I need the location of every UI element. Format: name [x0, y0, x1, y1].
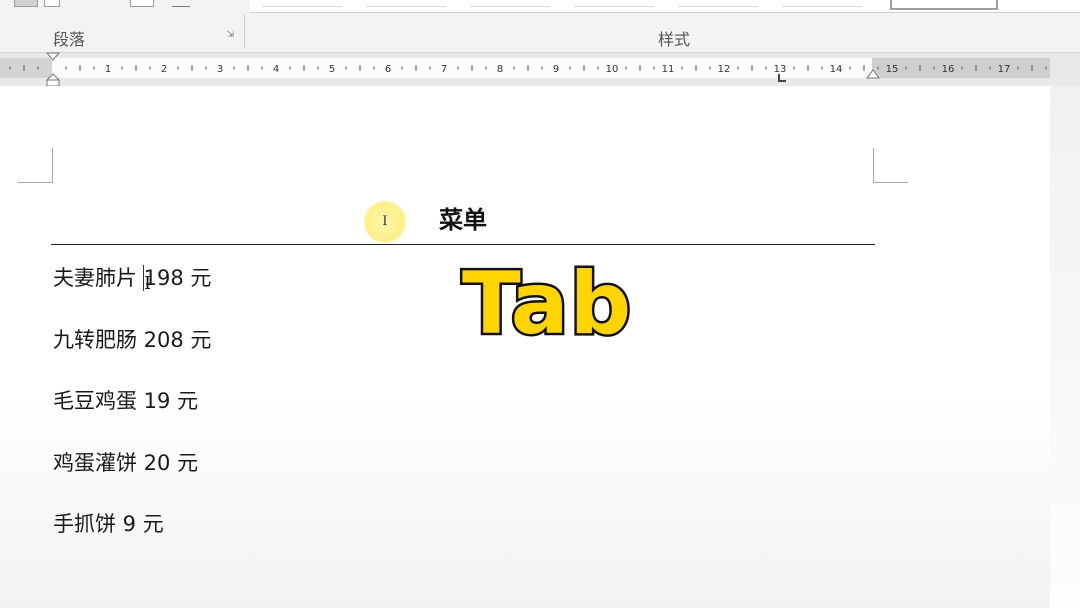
ruler-number: 10	[606, 64, 619, 75]
mouse-cursor-highlight: I	[364, 201, 406, 243]
ruler-ticks: 1 2 3 4 5 6 7 8 9 10 11 12 13 14 15 16 17	[9, 64, 1047, 75]
title-underline-border	[51, 244, 875, 245]
style-item-selected[interactable]	[890, 0, 998, 10]
menu-item[interactable]: 夫妻肺片 198 元 I	[53, 264, 211, 326]
margin-corner-top-left	[18, 148, 53, 183]
menu-item-text[interactable]: 夫妻肺片 198 元	[53, 266, 211, 290]
menu-item-text[interactable]: 九转肥肠 208 元	[53, 328, 211, 352]
margin-corner-top-right	[873, 148, 908, 183]
menu-item-text[interactable]: 毛豆鸡蛋 19 元	[53, 389, 198, 413]
horizontal-ruler[interactable]: 1 2 3 4 5 6 7 8 9 10 11 12 13 14 15 16 17	[0, 58, 1050, 78]
page-side-area	[1050, 86, 1080, 608]
document-title[interactable]: 菜单	[0, 200, 926, 235]
borders-button[interactable]	[172, 0, 190, 7]
menu-item[interactable]: 毛豆鸡蛋 19 元	[53, 387, 211, 449]
first-line-indent-marker-icon[interactable]	[45, 52, 61, 88]
styles-group-label: 样式	[658, 30, 691, 49]
align-left-button[interactable]	[14, 0, 38, 7]
menu-item-text[interactable]: 鸡蛋灌饼 20 元	[53, 451, 198, 475]
ruler-number: 4	[273, 64, 279, 75]
ribbon: 段落 ⇲ 样式	[0, 0, 1080, 53]
ruler-number: 1	[105, 64, 111, 75]
ruler-number: 16	[942, 64, 955, 75]
style-item[interactable]	[782, 0, 862, 7]
align-center-button[interactable]	[44, 0, 60, 7]
style-item[interactable]	[262, 0, 342, 7]
ruler-number: 17	[998, 64, 1011, 75]
ibeam-cursor-icon: I	[144, 273, 152, 294]
group-divider	[244, 14, 245, 48]
menu-item[interactable]: 九转肥肠 208 元	[53, 326, 211, 388]
ruler-number: 15	[886, 64, 899, 75]
paragraph-dialog-launcher-icon[interactable]: ⇲	[226, 31, 235, 40]
ruler-number: 6	[385, 64, 391, 75]
shading-button[interactable]	[130, 0, 154, 7]
ruler-number: 3	[217, 64, 223, 75]
ruler-number: 14	[830, 64, 843, 75]
style-item[interactable]	[470, 0, 550, 7]
menu-item[interactable]: 鸡蛋灌饼 20 元	[53, 449, 211, 511]
menu-list: 夫妻肺片 198 元 I 九转肥肠 208 元 毛豆鸡蛋 19 元 鸡蛋灌饼 2…	[53, 264, 211, 572]
ruler-number: 8	[497, 64, 503, 75]
ruler-number: 2	[161, 64, 167, 75]
left-tab-stop-icon[interactable]	[778, 74, 786, 82]
key-press-overlay: Tab	[459, 252, 633, 357]
ruler-number: 11	[662, 64, 675, 75]
style-item[interactable]	[678, 0, 758, 7]
ruler-number: 5	[329, 64, 335, 75]
menu-item-text[interactable]: 手抓饼 9 元	[53, 512, 164, 536]
ruler-number: 9	[553, 64, 559, 75]
ibeam-pointer-icon: I	[382, 214, 388, 229]
paragraph-group-label: 段落	[53, 30, 86, 49]
style-item[interactable]	[574, 0, 654, 7]
ruler-number: 12	[718, 64, 731, 75]
menu-item[interactable]: 手抓饼 9 元	[53, 510, 211, 572]
right-indent-marker-icon[interactable]	[865, 68, 881, 82]
ruler-number: 7	[441, 64, 447, 75]
style-item[interactable]	[366, 0, 446, 7]
